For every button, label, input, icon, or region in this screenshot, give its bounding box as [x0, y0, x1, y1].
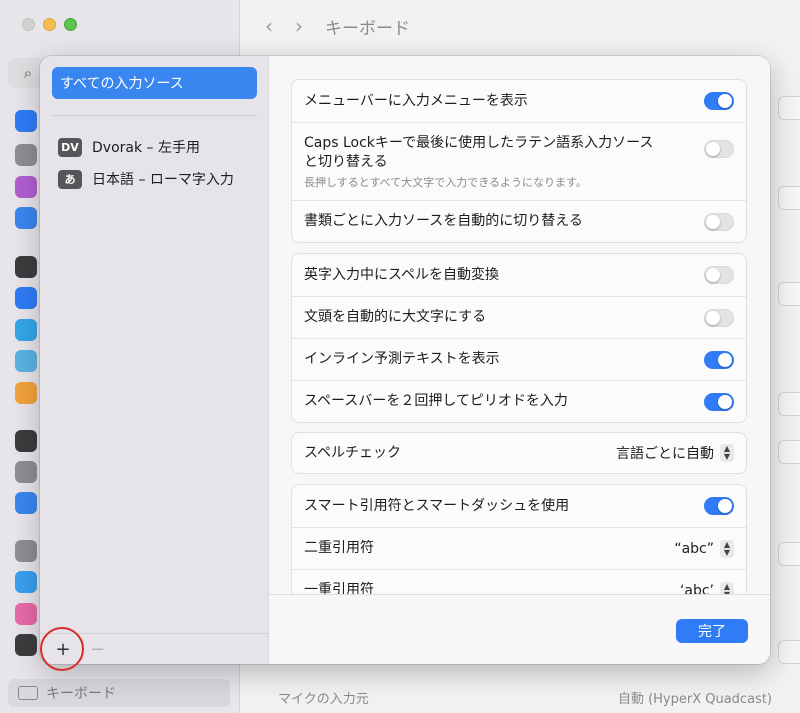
keyboard-icon [18, 686, 38, 700]
siri-icon[interactable] [15, 176, 37, 198]
toolbar: ‹ › キーボード [265, 12, 410, 40]
double-quote-popup[interactable]: “abc” ▲ ▼ [674, 539, 734, 558]
zoom-window-button[interactable] [64, 18, 77, 31]
setting-row-smart-quotes: スマート引用符とスマートダッシュを使用 [292, 485, 746, 527]
users-groups-icon[interactable] [15, 492, 37, 514]
accessibility-icon[interactable] [15, 110, 37, 132]
setting-row-capitalize: 文頭を自動的に大文字にする [292, 296, 746, 338]
touch-id-icon[interactable] [15, 461, 37, 483]
background-control [778, 96, 800, 120]
mic-input-label: マイクの入力元 [278, 692, 369, 707]
setting-label: スペルチェック [304, 444, 402, 461]
screen-saver-icon[interactable] [15, 319, 37, 341]
sidebar-item-label: キーボード [46, 686, 116, 702]
background-control [778, 542, 800, 566]
setting-label: 書類ごとに入力ソースを自動的に切り替える [304, 213, 583, 229]
setting-label-line2: と切り替える [304, 153, 388, 170]
lock-screen-icon[interactable] [15, 430, 37, 452]
capitalize-toggle[interactable] [704, 308, 734, 327]
background-control [778, 186, 800, 210]
popup-value: ‘abc’ [679, 582, 714, 595]
input-sources-list: すべての入力ソース DV Dvorak – 左手用 あ 日本語 – ローマ字入力… [40, 56, 269, 664]
settings-pane: メニューバーに入力メニューを表示 Caps Lockキーで最後に使用したラテン語… [269, 56, 770, 594]
setting-label: 文頭を自動的に大文字にする [304, 309, 487, 325]
japanese-badge-icon: あ [58, 169, 82, 189]
setting-label: インライン予測テキストを表示 [304, 351, 500, 367]
privacy-hand-icon[interactable] [15, 207, 37, 229]
source-item-dvorak[interactable]: DV Dvorak – 左手用 [58, 135, 200, 159]
auto-switch-toggle[interactable] [704, 212, 734, 231]
internet-accounts-icon[interactable] [15, 571, 37, 593]
setting-row-spellcheck: スペルチェック 言語ごとに自動 ▲ ▼ [292, 433, 746, 473]
close-window-button[interactable] [22, 18, 35, 31]
dvorak-badge-icon: DV [58, 137, 82, 157]
control-center-icon[interactable] [15, 144, 37, 166]
setting-label: 二重引用符 [304, 540, 374, 556]
settings-group-quotes: スマート引用符とスマートダッシュを使用 二重引用符 “abc” ▲ ▼ 一重引用符… [291, 484, 747, 594]
minimize-window-button[interactable] [43, 18, 56, 31]
spellcheck-popup[interactable]: 言語ごとに自動 ▲ ▼ [616, 443, 734, 463]
single-quote-popup[interactable]: ‘abc’ ▲ ▼ [679, 581, 734, 595]
wallet-icon[interactable] [15, 634, 37, 656]
setting-label: メニューバーに入力メニューを表示 [304, 92, 528, 109]
settings-group-typing: 英字入力中にスペルを自動変換 文頭を自動的に大文字にする インライン予測テキスト… [291, 253, 747, 423]
double-space-period-toggle[interactable] [704, 392, 734, 411]
setting-row-double-quote: 二重引用符 “abc” ▲ ▼ [292, 527, 746, 569]
setting-row-single-quote: 一重引用符 ‘abc’ ▲ ▼ [292, 569, 746, 594]
setting-label: 一重引用符 [304, 582, 374, 594]
inline-predictive-toggle[interactable] [704, 350, 734, 369]
background-control [778, 440, 800, 464]
setting-row-caps-lock: Caps Lockキーで最後に使用したラテン語系入力ソース と切り替える 長押し… [292, 122, 746, 200]
smart-quotes-toggle[interactable] [704, 497, 734, 515]
source-item-japanese[interactable]: あ 日本語 – ローマ字入力 [58, 167, 234, 191]
popup-value: “abc” [674, 540, 714, 557]
caps-lock-switch-toggle[interactable] [704, 139, 734, 158]
mic-input-popup[interactable]: 自動 (HyperX Quadcast) [618, 688, 772, 707]
settings-group-spellcheck: スペルチェック 言語ごとに自動 ▲ ▼ [291, 432, 747, 474]
remove-source-button[interactable]: − [82, 638, 108, 660]
show-input-menu-toggle[interactable] [704, 92, 734, 110]
setting-row-inline-predictive: インライン予測テキストを表示 [292, 338, 746, 380]
autocorrect-toggle[interactable] [704, 266, 734, 284]
source-label: 日本語 – ローマ字入力 [92, 172, 234, 188]
popup-value: 言語ごとに自動 [616, 446, 714, 462]
setting-row-autocorrect: 英字入力中にスペルを自動変換 [292, 254, 746, 296]
input-sources-sheet: すべての入力ソース DV Dvorak – 左手用 あ 日本語 – ローマ字入力… [40, 56, 770, 664]
setting-label: Caps Lockキーで最後に使用したラテン語系入力ソース [304, 134, 654, 151]
background-control [778, 392, 800, 416]
background-control [778, 282, 800, 306]
annotation-circle [40, 627, 84, 671]
passwords-icon[interactable] [15, 540, 37, 562]
desktop-dock-icon[interactable] [15, 256, 37, 278]
source-item-all[interactable]: すべての入力ソース [52, 67, 257, 99]
chevron-updown-icon: ▲ ▼ [720, 539, 734, 558]
back-button[interactable]: ‹ [265, 14, 273, 38]
chevron-updown-icon: ▲ ▼ [720, 581, 734, 594]
setting-description: 長押しするとすべて大文字で入力できるようになります。 [304, 175, 587, 189]
wallpaper-icon[interactable] [15, 350, 37, 372]
sheet-footer: 完了 [269, 594, 770, 664]
game-center-icon[interactable] [15, 603, 37, 625]
background-control [778, 640, 800, 664]
source-label: すべての入力ソース [60, 76, 184, 92]
setting-label: スマート引用符とスマートダッシュを使用 [304, 497, 570, 514]
setting-label: スペースバーを２回押してピリオドを入力 [304, 393, 568, 409]
setting-row-double-space: スペースバーを２回押してピリオドを入力 [292, 380, 746, 422]
forward-button[interactable]: › [295, 14, 303, 38]
setting-label: 英字入力中にスペルを自動変換 [304, 266, 500, 283]
window-title: キーボード [325, 18, 410, 39]
displays-icon[interactable] [15, 287, 37, 309]
chevron-updown-icon: ▲ ▼ [720, 444, 734, 462]
setting-row-auto-switch: 書類ごとに入力ソースを自動的に切り替える [292, 200, 746, 242]
done-button[interactable]: 完了 [676, 619, 748, 643]
divider [52, 115, 257, 116]
settings-group-input-menu: メニューバーに入力メニューを表示 Caps Lockキーで最後に使用したラテン語… [291, 79, 747, 243]
setting-row-show-input-menu: メニューバーに入力メニューを表示 [292, 80, 746, 122]
sidebar-item-keyboard[interactable]: キーボード [8, 679, 230, 707]
battery-icon[interactable] [15, 382, 37, 404]
source-label: Dvorak – 左手用 [92, 140, 200, 156]
